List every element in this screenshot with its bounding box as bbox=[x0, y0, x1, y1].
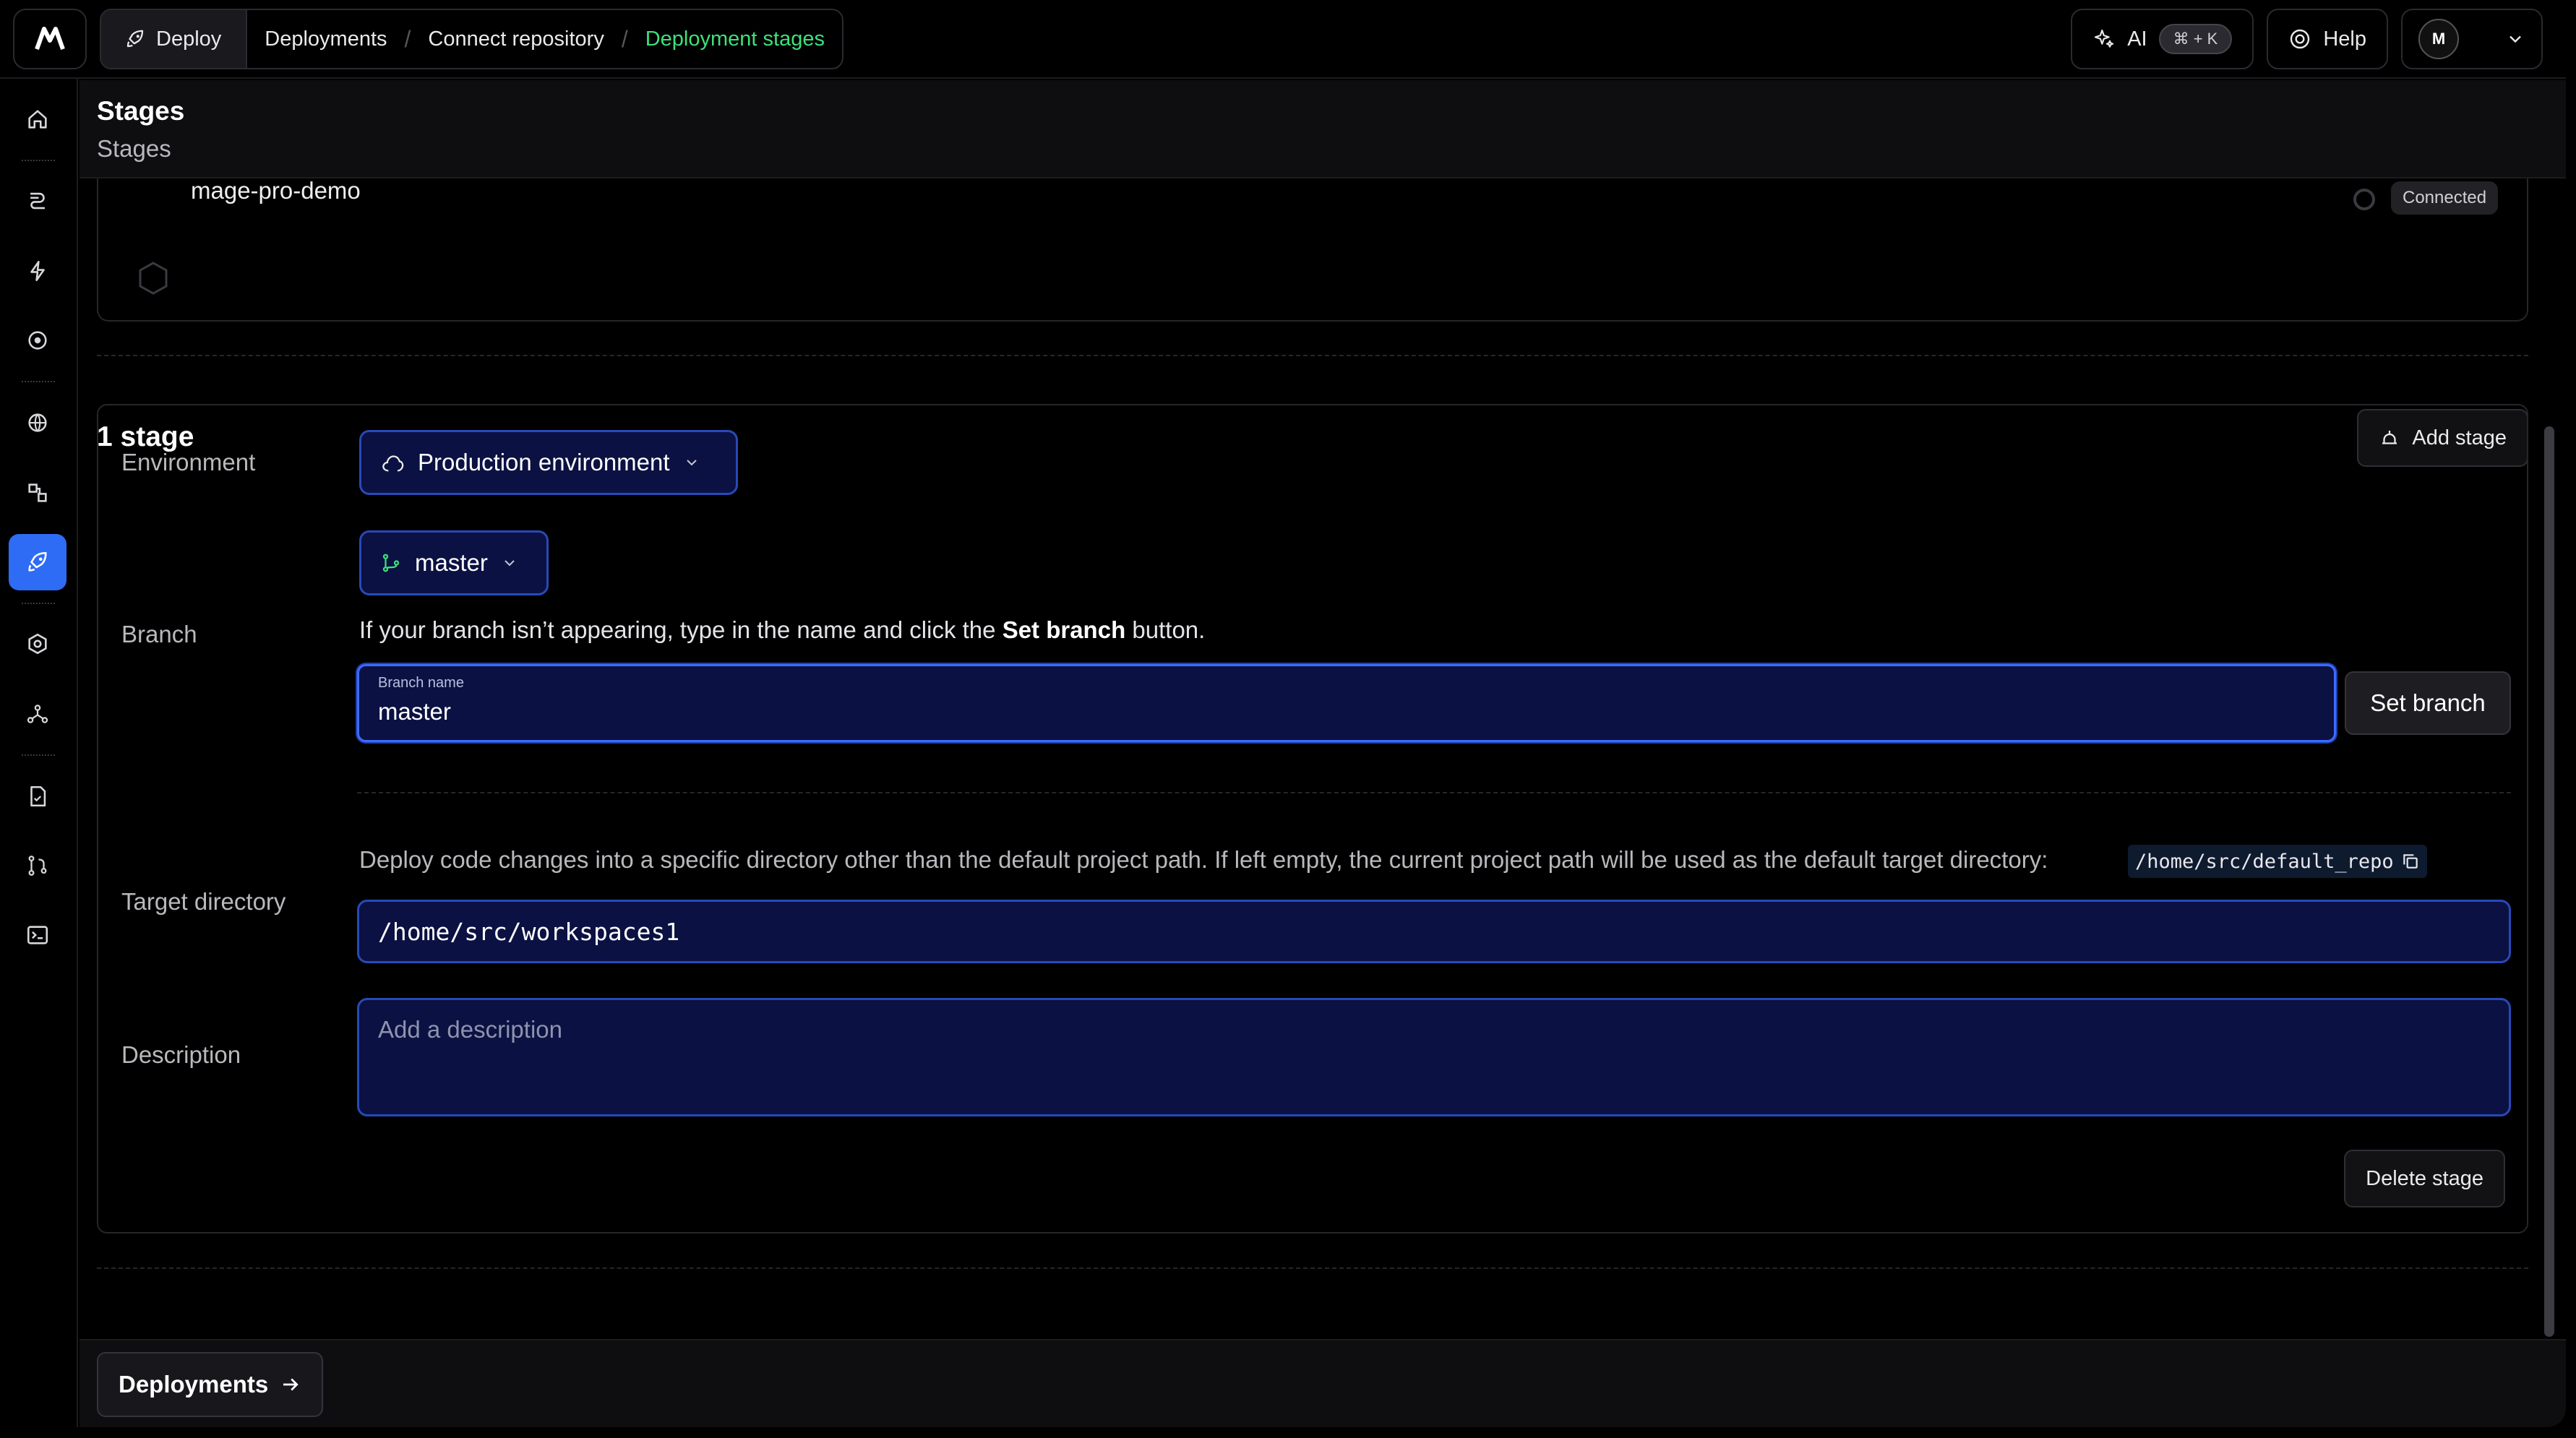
vertical-scrollbar[interactable] bbox=[2544, 426, 2554, 1337]
repository-name: mage-pro-demo bbox=[191, 177, 361, 204]
monitor-icon[interactable] bbox=[9, 312, 66, 369]
chevron-down-icon bbox=[686, 460, 697, 466]
pipelines-icon[interactable] bbox=[9, 173, 66, 229]
chevron-down-icon bbox=[2510, 35, 2521, 43]
deployments-next-button[interactable]: Deployments bbox=[97, 1352, 324, 1417]
branch-hint-bold: Set branch bbox=[1002, 616, 1126, 643]
branch-hint: If your branch isn’t appearing, type in … bbox=[359, 616, 1205, 644]
section-divider bbox=[97, 1267, 2528, 1269]
mage-logo-icon bbox=[35, 27, 65, 51]
repository-hexagon-icon bbox=[139, 262, 168, 295]
app-window: Deploy Deployments / Connect repository … bbox=[0, 0, 2566, 1427]
breadcrumb-deploy[interactable]: Deploy bbox=[101, 10, 248, 68]
page-header: Stages Stages bbox=[80, 80, 2566, 178]
ai-label: AI bbox=[2127, 27, 2147, 51]
stage-card: Environment Production environment maste… bbox=[97, 404, 2528, 1234]
globe-icon[interactable] bbox=[9, 395, 66, 451]
delete-stage-button[interactable]: Delete stage bbox=[2344, 1150, 2505, 1207]
default-path-text: /home/src/default_repo bbox=[2135, 850, 2394, 873]
rocket-icon bbox=[126, 30, 144, 48]
connection-status-dot bbox=[2353, 189, 2375, 210]
account-menu-button[interactable]: M bbox=[2401, 9, 2543, 69]
environment-value: Production environment bbox=[418, 449, 670, 475]
breadcrumb-separator: / bbox=[621, 25, 628, 52]
branch-name-input[interactable]: Branch name master bbox=[357, 664, 2336, 742]
branch-label: Branch bbox=[121, 621, 197, 647]
breadcrumb: Deploy Deployments / Connect repository … bbox=[100, 9, 843, 69]
target-directory-label: Target directory bbox=[121, 888, 286, 915]
breadcrumb-deployment-stages[interactable]: Deployment stages bbox=[628, 27, 842, 51]
page-title: Stages bbox=[97, 96, 185, 126]
ai-shortcut-badge: ⌘ + K bbox=[2158, 24, 2233, 54]
sparkle-icon bbox=[2095, 29, 2114, 48]
footer-bar: Deployments bbox=[80, 1339, 2566, 1427]
branch-name-floating-label: Branch name bbox=[378, 675, 464, 691]
avatar: M bbox=[2418, 19, 2459, 59]
target-directory-hint: Deploy code changes into a specific dire… bbox=[359, 846, 2048, 873]
help-label: Help bbox=[2323, 27, 2366, 51]
description-label: Description bbox=[121, 1041, 241, 1068]
files-icon[interactable] bbox=[9, 768, 66, 825]
git-branch-icon bbox=[382, 554, 400, 572]
connected-badge: Connected bbox=[2391, 181, 2499, 215]
ai-button[interactable]: AI ⌘ + K bbox=[2071, 9, 2254, 69]
sidebar-divider bbox=[22, 160, 55, 161]
sidebar-divider bbox=[22, 754, 55, 756]
branch-name-value: master bbox=[378, 698, 451, 725]
terminal-icon[interactable] bbox=[9, 907, 66, 963]
sidebar bbox=[0, 79, 78, 1427]
sidebar-divider bbox=[22, 603, 55, 604]
description-textarea[interactable]: Add a description bbox=[357, 998, 2511, 1116]
settings-gear-icon[interactable] bbox=[9, 616, 66, 672]
description-placeholder: Add a description bbox=[378, 1016, 562, 1043]
field-divider bbox=[357, 792, 2511, 793]
page-subtitle: Stages bbox=[97, 135, 171, 162]
set-branch-button[interactable]: Set branch bbox=[2345, 671, 2511, 735]
breadcrumb-separator: / bbox=[404, 25, 411, 52]
branch-select[interactable]: master bbox=[359, 530, 549, 595]
logo-button[interactable] bbox=[13, 9, 87, 69]
blocks-icon[interactable] bbox=[9, 465, 66, 521]
help-icon bbox=[2291, 29, 2310, 49]
breadcrumb-deployments[interactable]: Deployments bbox=[247, 27, 404, 51]
deploy-rocket-icon[interactable] bbox=[9, 534, 66, 590]
repository-row-content: mage-pro-demo bbox=[97, 177, 2528, 322]
branch-hint-text-end: button. bbox=[1125, 616, 1206, 643]
target-directory-value: /home/src/workspaces1 bbox=[378, 917, 680, 946]
triggers-icon[interactable] bbox=[9, 243, 66, 299]
home-icon[interactable] bbox=[9, 91, 66, 147]
sidebar-divider bbox=[22, 381, 55, 382]
branch-hint-text: If your branch isn’t appearing, type in … bbox=[359, 616, 1003, 643]
environment-label: Environment bbox=[121, 449, 256, 475]
chevron-down-icon bbox=[505, 560, 515, 567]
breadcrumb-deploy-label: Deploy bbox=[156, 27, 222, 51]
git-branch-icon[interactable] bbox=[9, 838, 66, 894]
target-directory-input[interactable]: /home/src/workspaces1 bbox=[357, 900, 2511, 963]
breadcrumb-connect-repository[interactable]: Connect repository bbox=[411, 27, 621, 51]
environment-select[interactable]: Production environment bbox=[359, 430, 738, 495]
header-actions: AI ⌘ + K Help M bbox=[2071, 9, 2543, 69]
arrow-right-icon bbox=[283, 1378, 299, 1391]
deployments-button-label: Deployments bbox=[119, 1371, 269, 1398]
network-icon[interactable] bbox=[9, 686, 66, 742]
section-divider bbox=[97, 355, 2528, 356]
default-path-chip[interactable]: /home/src/default_repo bbox=[2128, 845, 2427, 878]
copy-icon[interactable] bbox=[2401, 852, 2420, 871]
help-button[interactable]: Help bbox=[2267, 9, 2388, 69]
branch-value: master bbox=[415, 549, 488, 576]
environment-icon bbox=[382, 455, 404, 472]
top-header: Deploy Deployments / Connect repository … bbox=[0, 0, 2566, 79]
